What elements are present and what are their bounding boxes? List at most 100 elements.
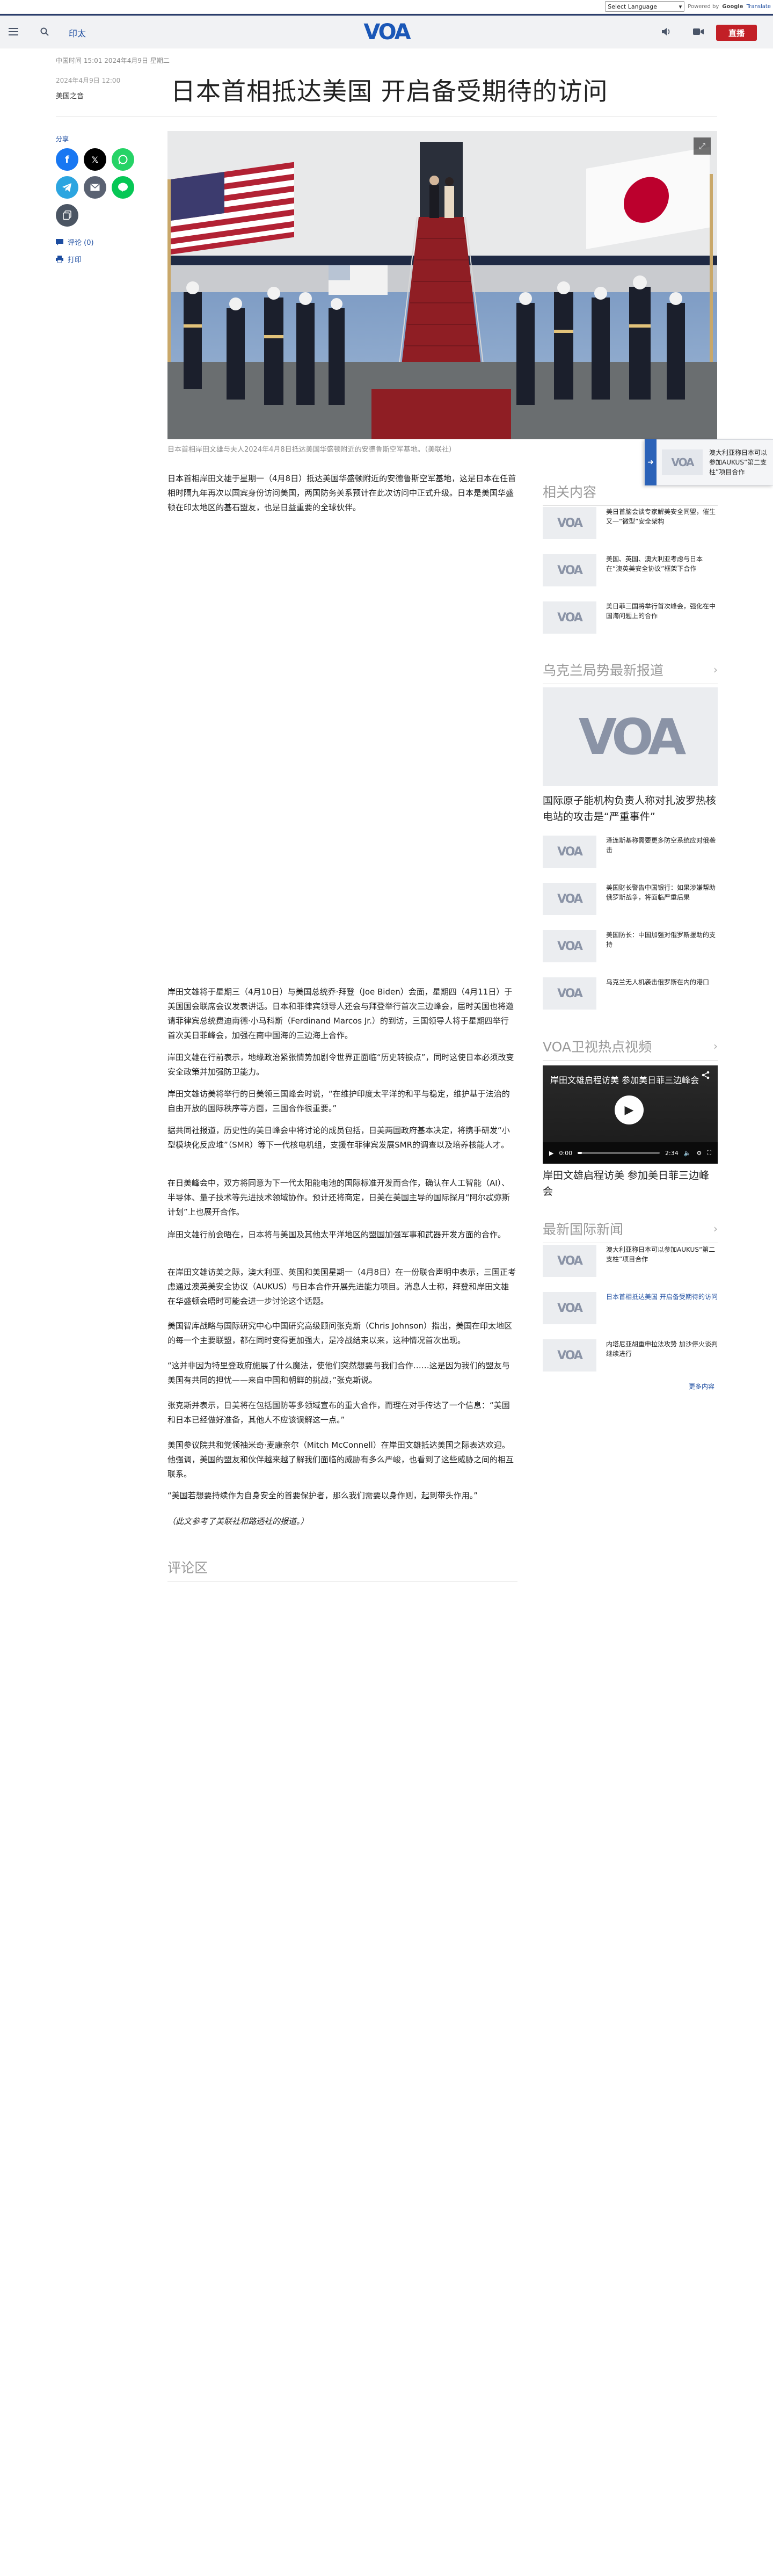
title-divider (56, 116, 717, 117)
article-paragraph: 在日美峰会中，双方将同意为下一代太阳能电池的国际标准开发而合作，确认在人工智能（… (167, 1178, 510, 1217)
progress-bar[interactable] (578, 1152, 660, 1154)
related-item[interactable]: VOA 美日菲三国将举行首次峰会，强化在中国海问题上的合作 (543, 601, 718, 640)
voa-logo-thumb: VOA (557, 845, 583, 859)
current-time: 0:00 (559, 1149, 573, 1157)
print-icon (56, 256, 63, 263)
google-label: Google (722, 3, 743, 10)
comment-icon (56, 238, 63, 245)
intl-item[interactable]: VOA 澳大利亚称日本可以参加AUKUS“第二支柱”项目合作 (543, 1245, 718, 1283)
fullscreen-icon[interactable]: ⛶ (707, 1149, 711, 1157)
voa-logo-thumb: VOA (578, 708, 687, 766)
thumbnail: VOA (543, 1292, 596, 1324)
intl-item-title: 内塔尼亚胡重申拉法攻势 加沙停火谈判继续进行 (606, 1340, 718, 1358)
play-button[interactable]: ▶ (615, 1095, 644, 1124)
intl-item-title: 日本首相抵达美国 开启备受期待的访问 (606, 1293, 718, 1301)
ukraine-heading[interactable]: 乌克兰局势最新报道 › (543, 660, 718, 684)
live-button[interactable]: 直播 (716, 25, 757, 41)
ukraine-item[interactable]: VOA 泽连斯基称需要更多防空系统应对俄袭击 (543, 836, 718, 874)
video-heading-label: VOA卫视热点视频 (543, 1039, 652, 1055)
video-controls: ▶ 0:00 2:34 🔈 ⚙ ⛶ (543, 1142, 718, 1164)
x-share-button[interactable]: 𝕏 (84, 148, 106, 171)
speaker-icon[interactable] (660, 26, 672, 38)
related-item[interactable]: VOA 美国、英国、澳大利亚考虑与日本在“澳英美安全协议”框架下合作 (543, 554, 718, 593)
ukraine-item-title: 美国财长警告中国银行：如果涉嫌帮助俄罗斯战争，将面临严重后果 (606, 884, 716, 901)
play-small-icon[interactable]: ▶ (549, 1150, 553, 1157)
voa-logo[interactable]: VOA (360, 20, 413, 45)
copy-link-button[interactable] (56, 204, 78, 227)
article-paragraph: 日本首相岸田文雄于星期一（4月8日）抵达美国华盛顿附近的安德鲁斯空军基地，这是日… (167, 474, 516, 512)
article-paragraph: 岸田文雄在行前表示，地缘政治紧张情势加剧令世界正面临“历史转捩点”，同时这使日本… (167, 1053, 514, 1077)
thumbnail: VOA (543, 554, 596, 586)
play-icon: ▶ (624, 1103, 634, 1117)
floating-next-article[interactable]: ➜ VOA 澳大利亚称日本可以参加AUKUS“第二支柱”项目合作 (644, 439, 773, 485)
telegram-share-button[interactable] (56, 176, 78, 199)
ukraine-main-title[interactable]: 国际原子能机构负责人称对扎波罗热核电站的攻击是“严重事件” (543, 793, 718, 825)
volume-icon[interactable]: 🔈 (684, 1150, 691, 1157)
email-share-button[interactable] (84, 176, 106, 199)
voa-logo-thumb: VOA (557, 1348, 583, 1362)
voa-logo-thumb: VOA (557, 611, 583, 625)
video-heading[interactable]: VOA卫视热点视频 › (543, 1036, 718, 1061)
line-icon (118, 183, 128, 192)
video-camera-icon[interactable] (692, 26, 704, 38)
print-link-label: 打印 (68, 256, 82, 264)
progress-fill (578, 1152, 582, 1154)
video-caption[interactable]: 岸田文雄启程访美 参加美日菲三边峰会 (543, 1167, 718, 1200)
expand-icon[interactable]: ⤢ (694, 137, 711, 155)
ukraine-item[interactable]: VOA 美国防长：中国加强对俄罗斯援助的支持 (543, 930, 718, 969)
related-item-title: 美日菲三国将举行首次峰会，强化在中国海问题上的合作 (606, 603, 716, 620)
intl-item[interactable]: VOA 内塔尼亚胡重申拉法攻势 加沙停火谈判继续进行 (543, 1339, 718, 1378)
facebook-icon: f (65, 154, 69, 165)
arrival-photo-illustration (167, 131, 717, 439)
share-icon[interactable] (702, 1071, 710, 1082)
related-item[interactable]: VOA 美日首脑会谈专家解美安全同盟，催生又一“微型”安全架构 (543, 507, 718, 546)
floating-article-title: 澳大利亚称日本可以参加AUKUS“第二支柱”项目合作 (709, 449, 768, 476)
print-link[interactable]: 打印 (56, 254, 82, 264)
ukraine-item[interactable]: VOA 美国财长警告中国银行：如果涉嫌帮助俄罗斯战争，将面临严重后果 (543, 883, 718, 921)
search-icon[interactable] (39, 26, 50, 38)
ukraine-item[interactable]: VOA 乌克兰无人机袭击俄罗斯在内的港口 (543, 977, 718, 1016)
thumbnail: VOA (543, 1245, 596, 1277)
section-link[interactable]: 印太 (69, 26, 86, 39)
voa-logo-thumb: VOA (557, 516, 583, 530)
comments-link[interactable]: 评论 (0) (56, 237, 94, 247)
thumbnail: VOA (543, 977, 596, 1010)
settings-icon[interactable]: ⚙ (696, 1150, 702, 1157)
article-author[interactable]: 美国之音 (56, 90, 84, 100)
whatsapp-share-button[interactable] (112, 148, 134, 171)
email-icon (90, 184, 100, 191)
article-paragraph: “这并非因为特里登政府施展了什么魔法，使他们突然想要与我们合作……这是因为我们的… (167, 1361, 510, 1385)
chevron-right-icon: › (713, 1222, 718, 1235)
article-source-note: （此文参考了美联社和路透社的报道。） (167, 1516, 309, 1526)
thumbnail: VOA (543, 883, 596, 915)
more-link[interactable]: 更多内容 (689, 1382, 714, 1391)
thumbnail: VOA (543, 601, 596, 634)
ukraine-item-title: 乌克兰无人机袭击俄罗斯在内的港口 (606, 978, 710, 986)
translate-link[interactable]: Translate (747, 4, 771, 10)
video-player[interactable]: 岸田文雄启程访美 参加美日菲三边峰会 ▶ ▶ 0:00 2:34 🔈 ⚙ ⛶ (543, 1065, 718, 1164)
intl-item[interactable]: VOA 日本首相抵达美国 开启备受期待的访问 (543, 1292, 718, 1331)
voa-logo-thumb: VOA (557, 1301, 583, 1315)
ukraine-item-title: 泽连斯基称需要更多防空系统应对俄袭击 (606, 837, 716, 854)
language-select-value: Select Language (608, 3, 658, 10)
facebook-share-button[interactable]: f (56, 148, 78, 171)
comments-heading: 评论区 (167, 1557, 517, 1581)
article-title: 日本首相抵达美国 开启备受期待的访问 (171, 77, 608, 106)
intl-heading[interactable]: 最新国际新闻 › (543, 1219, 718, 1243)
voa-logo-thumb: VOA (557, 986, 583, 1000)
x-icon: 𝕏 (91, 154, 99, 165)
related-heading-label: 相关内容 (543, 484, 597, 500)
share-label: 分享 (56, 135, 69, 143)
article-paragraph: 美国智库战略与国际研究中心中国研究高级顾问张克斯（Chris Johnson）指… (167, 1321, 513, 1345)
thumbnail: VOA (543, 836, 596, 868)
line-share-button[interactable] (112, 176, 134, 199)
menu-icon[interactable] (8, 26, 19, 38)
powered-by-label: Powered by (688, 3, 719, 10)
language-select[interactable]: Select Language ▾ (605, 1, 685, 12)
thumbnail: VOA (543, 1339, 596, 1372)
ukraine-main-thumbnail[interactable]: VOA (543, 687, 718, 786)
voa-logo-thumb: VOA (557, 563, 583, 577)
arrow-right-icon[interactable]: ➜ (645, 439, 657, 485)
article-paragraph: “美国若想要持续作为自身安全的首要保护者，那么我们需要以身作则，起到带头作用。” (167, 1491, 478, 1500)
article-paragraph: 岸田文雄访美将举行的日美领三国峰会时说，“在维护印度太平洋的和平与稳定，维护基于… (167, 1089, 510, 1113)
